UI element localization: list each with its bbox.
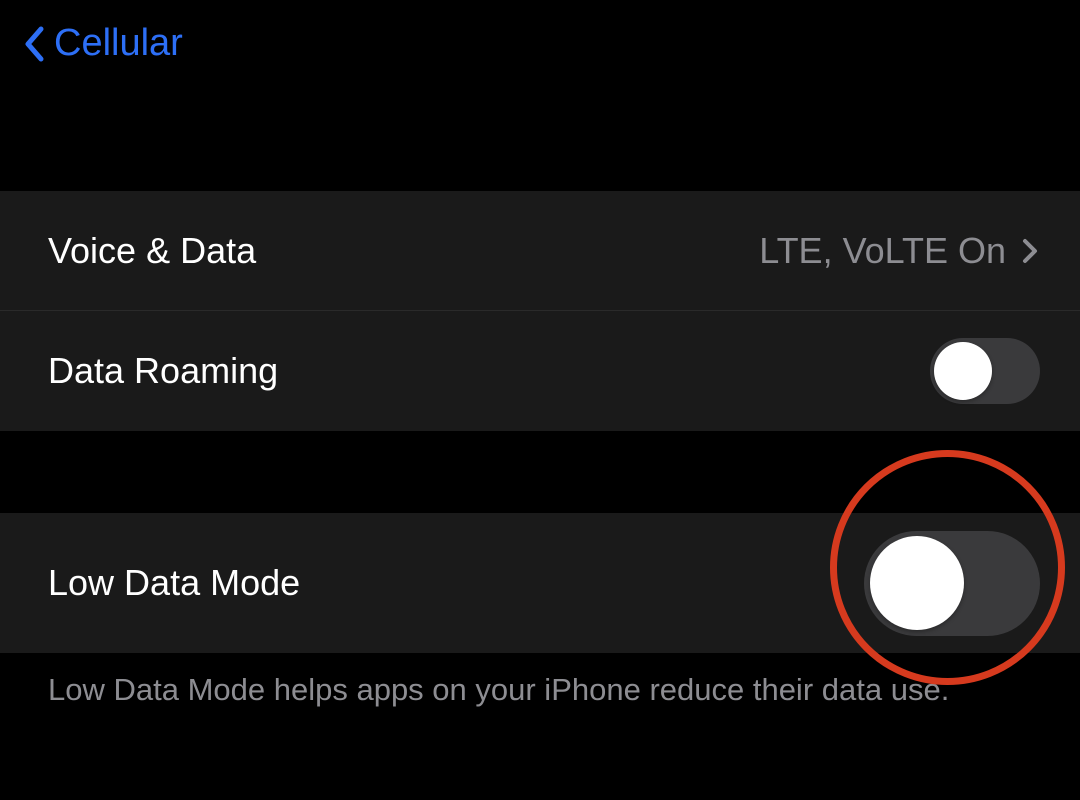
spacer — [0, 95, 1080, 191]
low-data-mode-toggle[interactable] — [864, 531, 1040, 636]
data-roaming-label: Data Roaming — [48, 350, 278, 392]
settings-section-2: Low Data Mode — [0, 513, 1080, 653]
nav-header: Cellular — [0, 0, 1080, 95]
voice-data-value: LTE, VoLTE On — [759, 230, 1006, 272]
toggle-knob — [934, 342, 992, 400]
toggle-knob — [870, 536, 964, 630]
settings-section-1: Voice & Data LTE, VoLTE On Data Roaming — [0, 191, 1080, 431]
back-title[interactable]: Cellular — [54, 22, 183, 65]
voice-data-label: Voice & Data — [48, 230, 256, 272]
row-right: LTE, VoLTE On — [759, 230, 1040, 272]
low-data-mode-footer: Low Data Mode helps apps on your iPhone … — [0, 653, 1080, 731]
section-gap — [0, 431, 1080, 513]
low-data-mode-row: Low Data Mode — [0, 513, 1080, 653]
data-roaming-row: Data Roaming — [0, 311, 1080, 431]
data-roaming-toggle[interactable] — [930, 338, 1040, 404]
chevron-right-icon — [1022, 237, 1040, 265]
voice-data-row[interactable]: Voice & Data LTE, VoLTE On — [0, 191, 1080, 311]
low-data-mode-label: Low Data Mode — [48, 562, 300, 604]
back-chevron-icon[interactable] — [20, 24, 48, 64]
